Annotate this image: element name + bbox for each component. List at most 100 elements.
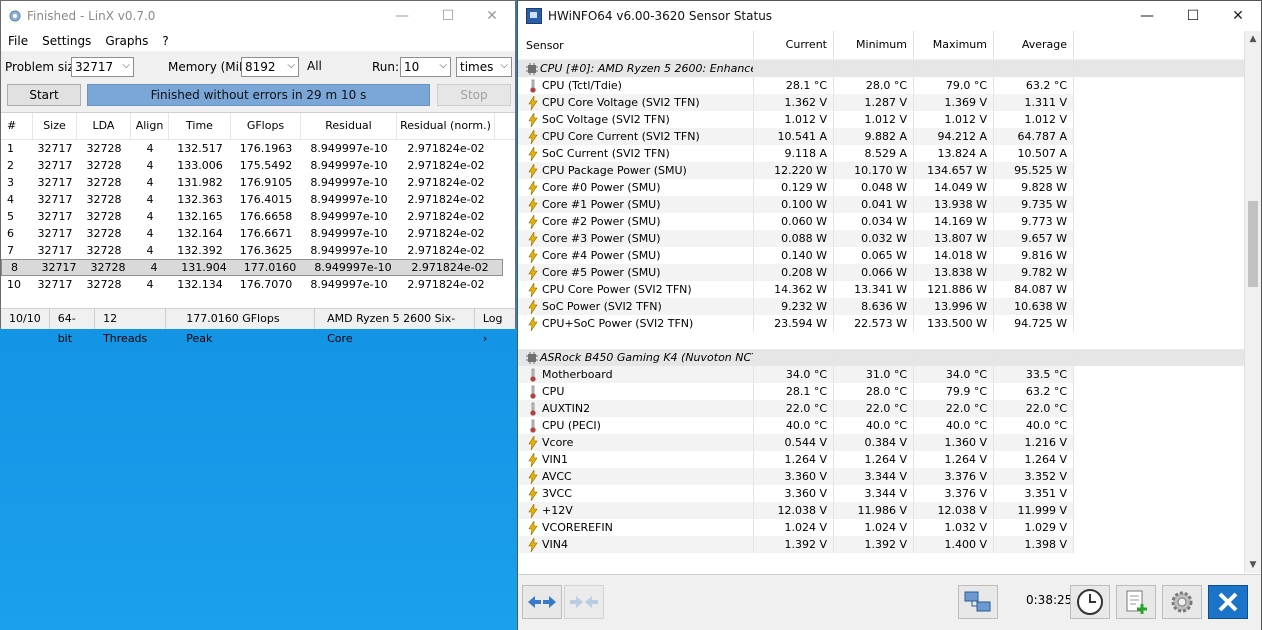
sensor-row[interactable]: CPU+SoC Power (SVI2 TFN) 23.594 W 22.573 W…: [518, 315, 1245, 332]
sensor-row[interactable]: +12V 12.038 V 11.986 V 12.038 V 11.999 V: [518, 502, 1245, 519]
menu-graphs[interactable]: Graphs: [98, 34, 155, 48]
column-header[interactable]: Align: [131, 113, 169, 139]
table-cell: 3: [7, 176, 14, 189]
sensor-row[interactable]: Vcore 0.544 V 0.384 V 1.360 V 1.216 V: [518, 434, 1245, 451]
sensor-value: 9.773 W: [994, 213, 1074, 230]
table-cell: 176.9105: [239, 176, 293, 189]
column-header-current[interactable]: Current: [754, 31, 834, 59]
column-header-average[interactable]: Average: [994, 31, 1074, 59]
sensor-row[interactable]: AVCC 3.360 V 3.344 V 3.376 V 3.352 V: [518, 468, 1245, 485]
sensor-row[interactable]: VCOREREFIN 1.024 V 1.024 V 1.032 V 1.029 V: [518, 519, 1245, 536]
sensor-value: 14.049 W: [914, 179, 994, 196]
memory-all-button[interactable]: All: [307, 59, 322, 73]
sensor-value: 34.0 °C: [914, 366, 994, 383]
maximize-icon[interactable]: ☐: [1170, 1, 1216, 31]
table-row[interactable]: 7 32717 32728 4 132.392 176.3625 8.949997e-10 2…: [1, 242, 515, 259]
column-header[interactable]: Size: [33, 113, 77, 139]
minimize-icon[interactable]: —: [379, 1, 425, 31]
sensor-value: 3.376 V: [914, 468, 994, 485]
previous-sensor-button[interactable]: [522, 585, 562, 619]
logging-button[interactable]: [1116, 585, 1156, 619]
problem-size-select[interactable]: 32717 ⌵: [71, 57, 134, 77]
sensor-name-cell: Core #5 Power (SMU): [518, 264, 754, 281]
table-row[interactable]: 5 32717 32728 4 132.165 176.6658 8.949997e-10 2…: [1, 208, 515, 225]
sensor-row[interactable]: CPU (PECI) 40.0 °C 40.0 °C 40.0 °C 40.0 °C: [518, 417, 1245, 434]
sensor-row[interactable]: VIN1 1.264 V 1.264 V 1.264 V 1.264 V: [518, 451, 1245, 468]
gear-icon: [7, 8, 23, 24]
sensor-value: [834, 60, 914, 77]
sensor-row[interactable]: CPU Core Current (SVI2 TFN) 10.541 A 9.882…: [518, 128, 1245, 145]
table-row[interactable]: 10 32717 32728 4 132.134 176.7070 8.949997e-10…: [1, 276, 515, 293]
sensor-row[interactable]: VIN4 1.392 V 1.392 V 1.400 V 1.398 V: [518, 536, 1245, 553]
problem-size-value: 32717: [75, 60, 114, 74]
table-row[interactable]: 6 32717 32728 4 132.164 176.6671 8.949997e-10 2…: [1, 225, 515, 242]
linx-titlebar[interactable]: Finished - LinX v0.7.0 — ☐ ✕: [1, 1, 515, 31]
scrollbar-thumb[interactable]: [1248, 201, 1258, 287]
sensor-row[interactable]: Core #5 Power (SMU) 0.208 W 0.066 W 13.838 …: [518, 264, 1245, 281]
start-button[interactable]: Start: [7, 84, 81, 106]
memory-select[interactable]: 8192 ⌵: [241, 57, 299, 77]
stop-button[interactable]: Stop: [437, 84, 511, 106]
hwinfo-titlebar[interactable]: HWiNFO64 v6.00-3620 Sensor Status — ☐ ✕: [518, 1, 1261, 31]
close-icon[interactable]: ✕: [469, 1, 515, 31]
settings-button[interactable]: [1162, 585, 1202, 619]
maximize-icon[interactable]: ☐: [425, 1, 471, 31]
column-header[interactable]: LDA: [77, 113, 131, 139]
sensor-row[interactable]: Motherboard 34.0 °C 31.0 °C 34.0 °C 33.5 °C: [518, 366, 1245, 383]
scroll-up-icon[interactable]: ▲: [1245, 31, 1261, 47]
reset-timer-button[interactable]: [1070, 585, 1110, 619]
log-button[interactable]: Log ›: [475, 309, 515, 345]
column-header-maximum[interactable]: Maximum: [914, 31, 994, 59]
sensor-row[interactable]: 3VCC 3.360 V 3.344 V 3.376 V 3.351 V: [518, 485, 1245, 502]
column-header[interactable]: Time: [169, 113, 231, 139]
sensor-row[interactable]: AUXTIN2 22.0 °C 22.0 °C 22.0 °C 22.0 °C: [518, 400, 1245, 417]
menu-help[interactable]: ?: [155, 34, 175, 48]
sensor-row[interactable]: SoC Voltage (SVI2 TFN) 1.012 V 1.012 V 1.01…: [518, 111, 1245, 128]
sensor-value: 1.029 V: [994, 519, 1074, 536]
sensor-name: CPU Core Power (SVI2 TFN): [542, 283, 692, 296]
table-row[interactable]: 8 32717 32728 4 131.904 177.0160 8.949997e-10 2…: [1, 259, 503, 276]
sensor-row[interactable]: Core #1 Power (SMU) 0.100 W 0.041 W 13.938 …: [518, 196, 1245, 213]
table-cell: 2.971824e-02: [407, 278, 485, 291]
sensor-list-scrollbar[interactable]: ▲ ▼: [1244, 31, 1261, 573]
sensor-row[interactable]: CPU Package Power (SMU) 12.220 W 10.170 W1…: [518, 162, 1245, 179]
table-row[interactable]: 1 32717 32728 4 132.517 176.1963 8.949997e-10 2…: [1, 140, 515, 157]
next-sensor-button[interactable]: [564, 585, 604, 619]
network-button[interactable]: [958, 585, 998, 619]
sensor-group-header[interactable]: ASRock B450 Gaming K4 (Nuvoton NCT6...: [518, 349, 1245, 366]
sensor-row[interactable]: Core #2 Power (SMU) 0.060 W 0.034 W 14.169 …: [518, 213, 1245, 230]
sensor-value: 40.0 °C: [994, 417, 1074, 434]
sensor-name-cell: ASRock B450 Gaming K4 (Nuvoton NCT6...: [518, 349, 754, 366]
table-row[interactable]: 3 32717 32728 4 131.982 176.9105 8.949997e-10 2…: [1, 174, 515, 191]
column-header[interactable]: #: [1, 113, 33, 139]
column-header[interactable]: Residual (norm.): [397, 113, 495, 139]
menu-file[interactable]: File: [1, 34, 35, 48]
column-header[interactable]: GFlops: [231, 113, 301, 139]
scroll-down-icon[interactable]: ▼: [1245, 557, 1261, 573]
bolt-icon: [526, 265, 540, 280]
column-header[interactable]: Residual: [301, 113, 397, 139]
sensor-row[interactable]: Core #0 Power (SMU) 0.129 W 0.048 W 14.049 …: [518, 179, 1245, 196]
close-sensors-button[interactable]: [1208, 585, 1248, 619]
column-header-sensor[interactable]: Sensor: [518, 31, 754, 59]
sensor-row[interactable]: Core #3 Power (SMU) 0.088 W 0.032 W 13.807 …: [518, 230, 1245, 247]
sensor-name: SoC Current (SVI2 TFN): [542, 147, 670, 160]
table-row[interactable]: 2 32717 32728 4 133.006 175.5492 8.949997e-10 2…: [1, 157, 515, 174]
menu-settings[interactable]: Settings: [35, 34, 98, 48]
sensor-row[interactable]: CPU Core Power (SVI2 TFN) 14.362 W 13.341 …: [518, 281, 1245, 298]
sensor-row[interactable]: CPU 28.1 °C 28.0 °C 79.9 °C 63.2 °C: [518, 383, 1245, 400]
run-count-select[interactable]: 10 ⌵: [400, 57, 451, 77]
table-row[interactable]: 4 32717 32728 4 132.363 176.4015 8.949997e-10 2…: [1, 191, 515, 208]
sensor-row[interactable]: SoC Current (SVI2 TFN) 9.118 A 8.529 A 13.8…: [518, 145, 1245, 162]
sensor-row[interactable]: SoC Power (SVI2 TFN) 9.232 W 8.636 W 13.996…: [518, 298, 1245, 315]
sensor-row[interactable]: Core #4 Power (SMU) 0.140 W 0.065 W 14.018 …: [518, 247, 1245, 264]
sensor-row[interactable]: CPU (Tctl/Tdie) 28.1 °C 28.0 °C 79.0 °C 63.2…: [518, 77, 1245, 94]
run-unit-select[interactable]: times ⌵: [456, 57, 512, 77]
minimize-icon[interactable]: —: [1124, 1, 1170, 31]
close-icon[interactable]: ✕: [1215, 1, 1261, 31]
sensor-row[interactable]: CPU Core Voltage (SVI2 TFN) 1.362 V 1.287 …: [518, 94, 1245, 111]
column-header-minimum[interactable]: Minimum: [834, 31, 914, 59]
sensor-group-header[interactable]: CPU [#0]: AMD Ryzen 5 2600: Enhanced: [518, 60, 1245, 77]
sensor-value: 1.024 V: [754, 519, 834, 536]
sensor-value: 1.264 V: [914, 451, 994, 468]
